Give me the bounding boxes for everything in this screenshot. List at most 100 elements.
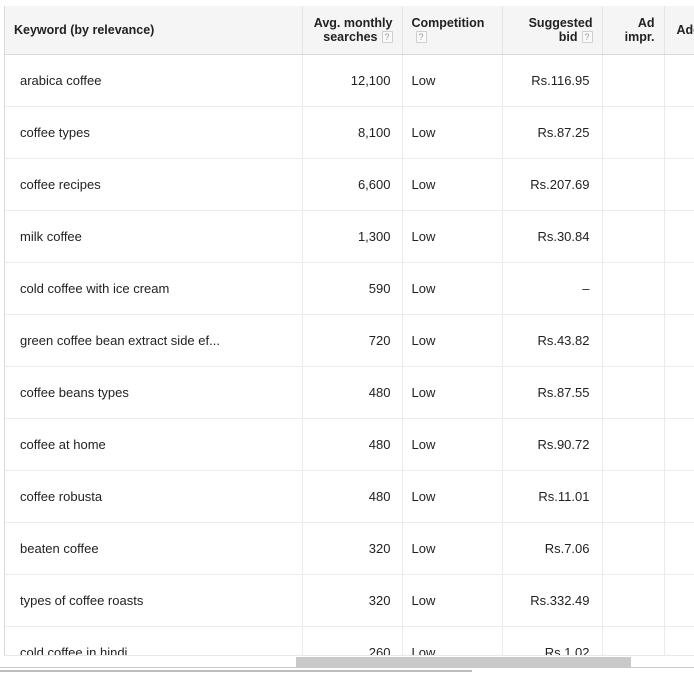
cell-competition: Low: [402, 210, 503, 263]
cell-keyword[interactable]: arabica coffee: [5, 54, 303, 107]
column-header-keyword[interactable]: Keyword (by relevance): [5, 6, 303, 55]
column-header-competition[interactable]: Competition?: [402, 6, 503, 55]
cell-avg-monthly-searches: 320: [302, 522, 403, 575]
cell-ad-impressions: [602, 470, 665, 523]
cell-add-to-plan[interactable]: [663, 522, 694, 575]
table-header-row: Keyword (by relevance) Avg. monthly sear…: [5, 6, 694, 55]
cell-add-to-plan[interactable]: [663, 210, 694, 263]
cell-add-to-plan[interactable]: [663, 574, 694, 627]
help-icon-suggested-bid[interactable]: ?: [581, 30, 593, 43]
table-row[interactable]: coffee robusta 480 Low Rs.11.01: [5, 470, 694, 523]
cell-ad-impressions: [602, 522, 665, 575]
cell-ad-impressions: [602, 626, 665, 655]
cell-competition: Low: [402, 262, 503, 315]
cell-suggested-bid: Rs.43.82: [502, 314, 603, 367]
cell-add-to-plan[interactable]: [663, 314, 694, 367]
cell-ad-impressions: [602, 574, 665, 627]
cell-keyword[interactable]: coffee recipes: [5, 158, 303, 211]
column-header-ad-impressions[interactable]: Ad impr.: [602, 6, 665, 55]
table-row[interactable]: cold coffee in hindi 260 Low Rs.1.02: [5, 626, 694, 655]
cell-avg-monthly-searches: 480: [302, 470, 403, 523]
cell-add-to-plan[interactable]: [663, 418, 694, 471]
cell-add-to-plan[interactable]: [663, 626, 694, 655]
cell-competition: Low: [402, 574, 503, 627]
cell-ad-impressions: [602, 418, 665, 471]
cell-keyword[interactable]: beaten coffee: [5, 522, 303, 575]
cell-competition: Low: [402, 626, 503, 655]
cell-ad-impressions: [602, 158, 665, 211]
cell-keyword[interactable]: cold coffee in hindi: [5, 626, 303, 655]
cell-ad-impressions: [602, 106, 665, 159]
cell-keyword[interactable]: cold coffee with ice cream: [5, 262, 303, 315]
cell-suggested-bid: Rs.90.72: [502, 418, 603, 471]
cell-competition: Low: [402, 106, 503, 159]
cell-keyword[interactable]: coffee types: [5, 106, 303, 159]
keyword-ideas-table: Keyword (by relevance) Avg. monthly sear…: [5, 6, 694, 655]
cell-avg-monthly-searches: 480: [302, 366, 403, 419]
cell-avg-monthly-searches: 6,600: [302, 158, 403, 211]
column-header-add-to-plan[interactable]: Add t: [663, 6, 694, 55]
cell-add-to-plan[interactable]: [663, 106, 694, 159]
cell-keyword[interactable]: types of coffee roasts: [5, 574, 303, 627]
cell-competition: Low: [402, 314, 503, 367]
cell-competition: Low: [402, 366, 503, 419]
cell-add-to-plan[interactable]: [663, 54, 694, 107]
cell-avg-monthly-searches: 590: [302, 262, 403, 315]
table-row[interactable]: cold coffee with ice cream 590 Low –: [5, 262, 694, 315]
cell-suggested-bid: Rs.116.95: [502, 54, 603, 107]
table-row[interactable]: coffee at home 480 Low Rs.90.72: [5, 418, 694, 471]
cell-suggested-bid: Rs.1.02: [502, 626, 603, 655]
cell-add-to-plan[interactable]: [663, 262, 694, 315]
cell-suggested-bid: Rs.87.55: [502, 366, 603, 419]
table-scroll-viewport[interactable]: Keyword (by relevance) Avg. monthly sear…: [4, 6, 694, 655]
table-body: arabica coffee 12,100 Low Rs.116.95 coffee t…: [5, 54, 694, 655]
help-icon-competition[interactable]: ?: [415, 30, 427, 43]
cell-keyword[interactable]: coffee beans types: [5, 366, 303, 419]
cell-avg-monthly-searches: 8,100: [302, 106, 403, 159]
cell-ad-impressions: [602, 262, 665, 315]
cell-avg-monthly-searches: 12,100: [302, 54, 403, 107]
cell-suggested-bid: –: [502, 262, 603, 315]
cell-suggested-bid: Rs.11.01: [502, 470, 603, 523]
cell-avg-monthly-searches: 260: [302, 626, 403, 655]
cell-competition: Low: [402, 158, 503, 211]
cell-keyword[interactable]: milk coffee: [5, 210, 303, 263]
cell-suggested-bid: Rs.87.25: [502, 106, 603, 159]
cell-ad-impressions: [602, 54, 665, 107]
help-icon-avg-monthly-searches[interactable]: ?: [381, 30, 393, 43]
column-header-competition-label: Competition: [411, 15, 485, 30]
cell-avg-monthly-searches: 720: [302, 314, 403, 367]
cell-ad-impressions: [602, 210, 665, 263]
column-header-add-to-plan-label: Add t: [676, 22, 694, 37]
page-bottom-divider-segment: [0, 670, 472, 672]
cell-competition: Low: [402, 54, 503, 107]
cell-competition: Low: [402, 522, 503, 575]
cell-add-to-plan[interactable]: [663, 470, 694, 523]
table-row[interactable]: green coffee bean extract side ef... 720 L…: [5, 314, 694, 367]
cell-keyword[interactable]: green coffee bean extract side ef...: [5, 314, 303, 367]
column-header-keyword-label: Keyword (by relevance): [14, 22, 155, 37]
cell-add-to-plan[interactable]: [663, 366, 694, 419]
cell-keyword[interactable]: coffee at home: [5, 418, 303, 471]
cell-avg-monthly-searches: 1,300: [302, 210, 403, 263]
table-row[interactable]: coffee beans types 480 Low Rs.87.55: [5, 366, 694, 419]
cell-suggested-bid: Rs.332.49: [502, 574, 603, 627]
column-header-avg-monthly-searches-label: Avg. monthly searches: [313, 15, 393, 44]
table-row[interactable]: types of coffee roasts 320 Low Rs.332.49: [5, 574, 694, 627]
cell-ad-impressions: [602, 314, 665, 367]
column-header-suggested-bid[interactable]: Suggested bid?: [502, 6, 603, 55]
cell-avg-monthly-searches: 480: [302, 418, 403, 471]
table-row[interactable]: arabica coffee 12,100 Low Rs.116.95: [5, 54, 694, 107]
cell-keyword[interactable]: coffee robusta: [5, 470, 303, 523]
table-row[interactable]: coffee recipes 6,600 Low Rs.207.69: [5, 158, 694, 211]
column-header-ad-impressions-label: Ad impr.: [624, 15, 655, 44]
table-row[interactable]: coffee types 8,100 Low Rs.87.25: [5, 106, 694, 159]
column-header-avg-monthly-searches[interactable]: Avg. monthly searches?: [302, 6, 403, 55]
table-row[interactable]: milk coffee 1,300 Low Rs.30.84: [5, 210, 694, 263]
cell-add-to-plan[interactable]: [663, 158, 694, 211]
page-bottom-divider: [0, 667, 694, 673]
cell-avg-monthly-searches: 320: [302, 574, 403, 627]
cell-suggested-bid: Rs.30.84: [502, 210, 603, 263]
cell-competition: Low: [402, 470, 503, 523]
table-row[interactable]: beaten coffee 320 Low Rs.7.06: [5, 522, 694, 575]
